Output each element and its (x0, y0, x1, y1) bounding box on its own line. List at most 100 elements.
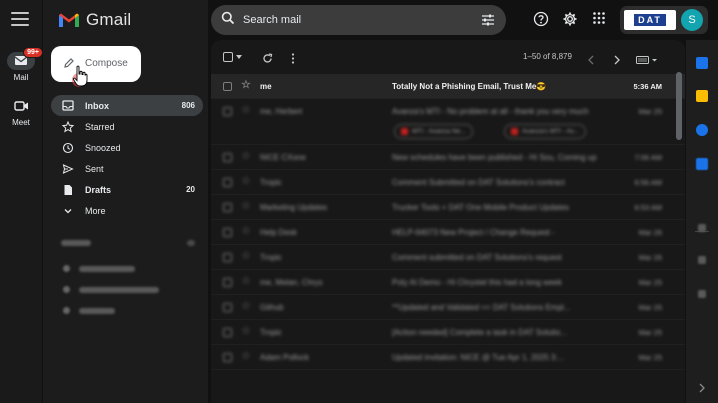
addon-icon[interactable] (698, 224, 706, 232)
label-item-blurred[interactable] (79, 287, 159, 293)
row-checkbox[interactable] (223, 278, 232, 287)
attachment-chip[interactable]: MTI - Avanza Ne... (394, 124, 473, 139)
label-color-icon (63, 265, 70, 272)
table-row[interactable]: ☆ me, Herbert Avanza's MTI - No problem … (211, 99, 685, 145)
table-row[interactable]: ☆ Adam Pollock Updated invitation: NICE … (211, 345, 685, 370)
send-icon (61, 163, 75, 175)
nav-item-sent[interactable]: Sent (51, 158, 203, 179)
row-sender: Tropic (260, 178, 282, 187)
row-checkbox[interactable] (223, 228, 232, 237)
label-item-blurred[interactable] (79, 308, 115, 314)
more-vert-icon[interactable] (291, 51, 295, 69)
label-item-blurred[interactable] (79, 266, 135, 272)
row-checkbox[interactable] (223, 153, 232, 162)
video-camera-icon (7, 97, 35, 115)
unread-count: 806 (181, 101, 195, 110)
star-icon[interactable]: ☆ (241, 351, 251, 362)
star-icon[interactable]: ☆ (241, 276, 251, 287)
search-bar[interactable]: Search mail (211, 5, 506, 35)
settings-gear-icon[interactable] (562, 11, 578, 32)
nav-item-more[interactable]: More (51, 200, 203, 221)
star-icon[interactable]: ☆ (241, 301, 251, 312)
account-switcher[interactable]: DAT S (620, 6, 708, 34)
search-icon[interactable] (221, 11, 235, 30)
row-checkbox[interactable] (223, 328, 232, 337)
nav-item-snoozed[interactable]: Snoozed (51, 137, 203, 158)
clock-icon (61, 142, 75, 154)
row-subject: HELP-64073 New Project / Change Request … (392, 228, 555, 237)
table-row[interactable]: ☆ Github **Updated and Validated == DAT … (211, 295, 685, 320)
table-row[interactable]: ☆ Marketing Updates Trucker Tools + DAT … (211, 195, 685, 220)
row-checkbox[interactable] (223, 253, 232, 262)
compose-button[interactable]: Compose (51, 46, 141, 87)
help-icon[interactable] (533, 11, 549, 32)
star-icon[interactable]: ☆ (241, 201, 251, 212)
star-icon[interactable]: ☆ (241, 176, 251, 187)
row-sender: Tropic (260, 253, 282, 262)
row-time: Mar 25 (638, 328, 662, 337)
add-label-icon[interactable] (187, 240, 195, 246)
nav-label: Starred (85, 121, 115, 132)
chevron-right-icon[interactable] (698, 380, 706, 398)
chevron-down-icon (61, 205, 75, 217)
table-row[interactable]: ☆ me Totally Not a Phishing Email, Trust… (211, 74, 685, 99)
nav-item-drafts[interactable]: Drafts 20 (51, 179, 203, 200)
sidebar: Gmail Compose Inbox 806 Starred Snoozed (43, 0, 208, 403)
nav-item-inbox[interactable]: Inbox 806 (51, 95, 203, 116)
table-row[interactable]: ☆ Help Desk HELP-64073 New Project / Cha… (211, 220, 685, 245)
row-time: 6:56 AM (634, 178, 662, 187)
app-title: Gmail (86, 10, 132, 29)
addon-icon[interactable] (698, 290, 706, 298)
inbox-icon (61, 100, 75, 112)
rail-item-meet[interactable]: Meet (0, 97, 42, 127)
attachment-chip[interactable]: Avanza's MTI - Av... (504, 124, 586, 139)
row-checkbox[interactable] (223, 178, 232, 187)
gmail-logo[interactable]: Gmail (58, 10, 131, 30)
table-row[interactable]: ☆ me, Melan, Chrys Poly AI Demo - Hi Chr… (211, 270, 685, 295)
table-row[interactable]: ☆ Tropic Comment Submitted on DAT Soluti… (211, 170, 685, 195)
row-checkbox[interactable] (223, 82, 232, 91)
star-icon[interactable]: ☆ (241, 105, 251, 116)
app-rail: 99+ Mail Meet (0, 0, 43, 403)
select-dropdown-icon[interactable] (236, 55, 242, 59)
rail-label-meet: Meet (12, 118, 30, 127)
star-icon[interactable]: ☆ (241, 226, 251, 237)
input-tools-icon[interactable] (636, 52, 658, 70)
next-page-icon[interactable] (613, 52, 621, 70)
row-checkbox[interactable] (223, 203, 232, 212)
pagination-text: 1–50 of 8,879 (523, 52, 572, 61)
labels-header-blurred (61, 240, 91, 246)
table-row[interactable]: ☆ NICE CXone New schedules have been pub… (211, 145, 685, 170)
row-time: 6:53 AM (634, 203, 662, 212)
row-checkbox[interactable] (223, 107, 232, 116)
keep-icon[interactable] (696, 90, 708, 102)
row-time: Mar 25 (638, 353, 662, 362)
tasks-icon[interactable] (696, 124, 708, 136)
star-icon[interactable]: ☆ (241, 151, 251, 162)
addon-icon[interactable] (698, 256, 706, 264)
nav-item-starred[interactable]: Starred (51, 116, 203, 137)
star-icon[interactable]: ☆ (241, 80, 251, 91)
nav-label: Inbox (85, 100, 109, 111)
row-checkbox[interactable] (223, 353, 232, 362)
refresh-icon[interactable] (262, 51, 273, 69)
table-row[interactable]: ☆ Tropic [Action needed] Complete a task… (211, 320, 685, 345)
star-icon[interactable]: ☆ (241, 251, 251, 262)
contacts-icon[interactable] (696, 158, 708, 170)
star-icon[interactable]: ☆ (241, 326, 251, 337)
row-time: Mar 25 (638, 107, 662, 116)
table-row[interactable]: ☆ Tropic Comment submitted on DAT Soluti… (211, 245, 685, 270)
rail-item-mail[interactable]: 99+ Mail (0, 47, 43, 82)
main-menu-icon[interactable] (11, 12, 29, 26)
row-checkbox[interactable] (223, 303, 232, 312)
list-scrollbar[interactable] (676, 72, 682, 140)
apps-grid-icon[interactable] (592, 11, 606, 30)
select-all-checkbox[interactable] (223, 52, 233, 62)
avatar[interactable]: S (681, 9, 703, 31)
calendar-icon[interactable] (696, 57, 708, 69)
row-time: Mar 25 (638, 278, 662, 287)
search-options-icon[interactable] (481, 13, 495, 32)
unread-badge: 99+ (23, 47, 43, 58)
prev-page-icon[interactable] (587, 52, 595, 70)
row-sender: me, Melan, Chrys (260, 278, 323, 287)
